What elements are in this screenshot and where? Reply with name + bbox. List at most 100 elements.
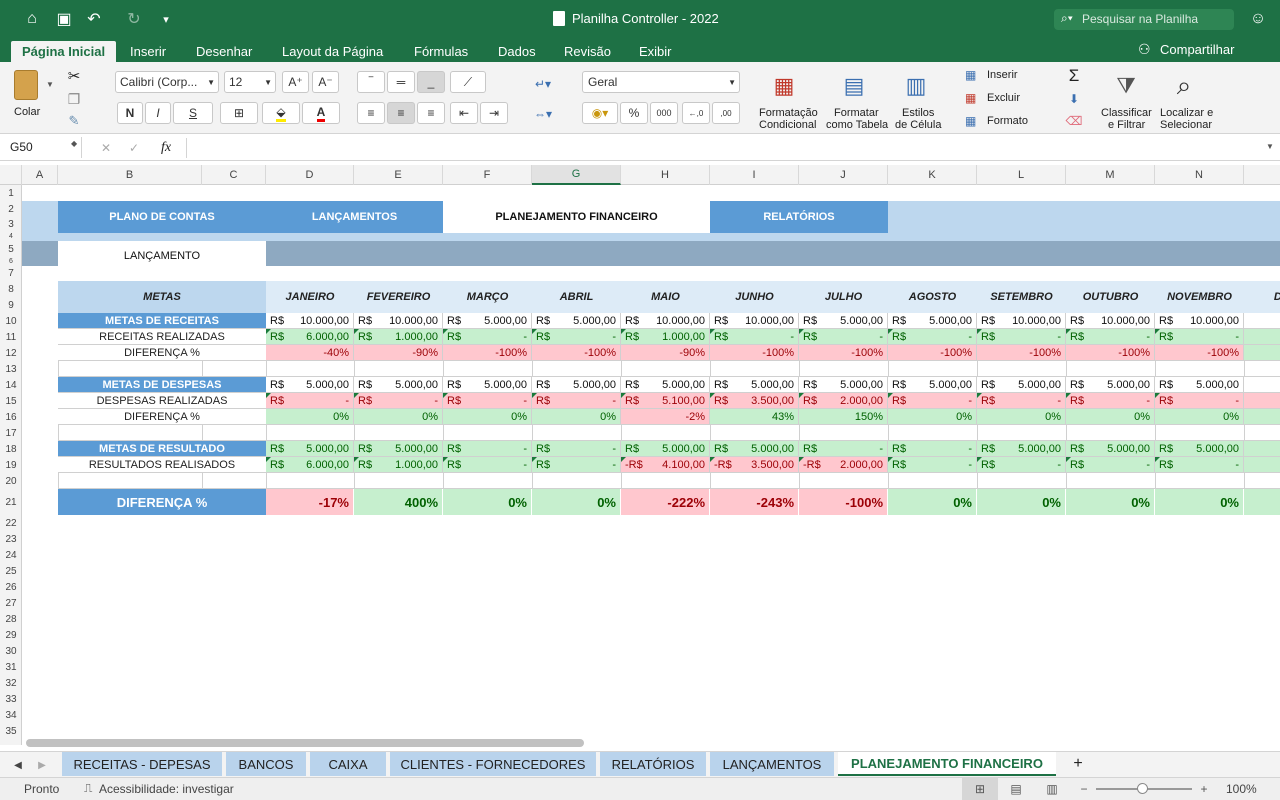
data-cell[interactable]: R$ 5.000,00 [621,377,710,393]
tab-insert[interactable]: Inserir [119,41,177,62]
data-cell[interactable]: -100% [443,345,532,361]
column-header[interactable]: C [202,165,266,185]
format-table-icon[interactable]: ▤ [836,68,872,104]
align-top-button[interactable]: ‾ [357,71,385,93]
align-left-button[interactable]: ≡ [357,102,385,124]
column-header[interactable]: M [1066,165,1155,185]
data-cell[interactable]: -100% [532,345,621,361]
nav-relatorios[interactable]: RELATÓRIOS [710,201,888,233]
borders-button[interactable]: ⊞ [220,102,258,124]
data-cell[interactable]: R$ 5.000,00 [1155,377,1244,393]
sort-filter-label-1[interactable]: Classificar [1101,107,1152,119]
next-sheet-icon[interactable]: ▶ [34,756,50,774]
column-header[interactable]: O [1244,165,1280,185]
data-cell[interactable]: R$ 1.000,00 [354,457,443,473]
format-cells-button[interactable]: Formato [987,115,1028,127]
cell-styles-label-2[interactable]: de Célula [895,119,941,131]
total-diff-cell[interactable] [1244,489,1280,515]
comma-button[interactable]: 000 [650,102,678,124]
data-cell[interactable]: R$ - [532,393,621,409]
data-cell[interactable]: R$ 10.000,00 [1155,313,1244,329]
row-header[interactable]: 1 [0,185,21,201]
account-icon[interactable]: ☺ [1248,9,1268,29]
tab-home[interactable]: Página Inicial [11,41,117,62]
bold-button[interactable]: N [117,102,143,124]
zoom-out-icon[interactable]: − [1076,779,1092,799]
row-header[interactable]: 33 [0,691,21,707]
row-header[interactable]: 12 [0,345,21,361]
data-cell[interactable]: 0% [1066,409,1155,425]
align-bottom-button[interactable]: _ [417,71,445,93]
sheet-tab-planejamento[interactable]: PLANEJAMENTO FINANCEIRO [838,752,1056,776]
zoom-in-icon[interactable]: + [1196,779,1212,799]
sheet-tab-relatorios[interactable]: RELATÓRIOS [600,752,706,776]
data-cell[interactable]: -90% [621,345,710,361]
data-cell[interactable]: R$ 1.000,00 [621,329,710,345]
row-header[interactable]: 3 [0,217,21,232]
data-cell[interactable]: R$ 5.000,00 [1066,441,1155,457]
increase-font-button[interactable]: A⁺ [282,71,309,93]
normal-view-icon[interactable]: ⊞ [962,778,998,800]
data-cell[interactable]: R$ - [1155,329,1244,345]
tab-data[interactable]: Dados [487,41,547,62]
row-header[interactable]: 16 [0,409,21,425]
row-header[interactable]: 9 [0,297,21,313]
tab-formulas[interactable]: Fórmulas [403,41,479,62]
row-header[interactable]: 34 [0,707,21,723]
data-cell[interactable]: R$ - [888,329,977,345]
cell-styles-icon[interactable]: ▥ [898,68,934,104]
data-cell[interactable]: R$ - [1066,329,1155,345]
data-cell[interactable]: R$ - [799,441,888,457]
row-header[interactable]: 10 [0,313,21,329]
data-cell[interactable]: R$ 5.000,00 [266,441,354,457]
format-table-label-2[interactable]: como Tabela [826,119,888,131]
conditional-format-icon[interactable]: ▦ [766,68,802,104]
delete-icon[interactable]: ▦ [965,91,976,105]
row-header[interactable]: 15 [0,393,21,409]
row-header[interactable]: 31 [0,659,21,675]
row-header[interactable]: 13 [0,361,21,377]
data-cell[interactable]: R$ - [977,393,1066,409]
data-cell[interactable]: R$ 10.000,00 [977,313,1066,329]
data-cell[interactable]: 0% [532,409,621,425]
zoom-slider-thumb[interactable] [1137,783,1148,794]
wrap-text-icon[interactable]: ↵▾ [528,74,558,94]
find-select-label-1[interactable]: Localizar e [1160,107,1213,119]
find-icon[interactable]: ⌕ [1166,68,1202,104]
customize-icon[interactable]: ▾ [156,9,176,29]
data-cell[interactable] [1244,457,1280,473]
increase-indent-button[interactable]: ⇥ [480,102,508,124]
data-cell[interactable]: -100% [888,345,977,361]
increase-decimal-button[interactable]: ←,0 [682,102,710,124]
data-cell[interactable]: R$ - [443,457,532,473]
row-header[interactable]: 8 [0,281,21,297]
data-cell[interactable]: R$ 5.000,00 [1066,377,1155,393]
insert-function-icon[interactable]: fx [155,138,177,158]
undo-icon[interactable]: ↶ [84,9,104,29]
data-cell[interactable]: -100% [1155,345,1244,361]
data-cell[interactable]: -40% [266,345,354,361]
enter-icon[interactable]: ✓ [124,138,144,158]
row-header[interactable]: 30 [0,643,21,659]
data-cell[interactable]: R$ 5.000,00 [977,377,1066,393]
data-cell[interactable]: 150% [799,409,888,425]
data-cell[interactable]: R$ 5.000,00 [443,313,532,329]
data-cell[interactable] [1244,377,1280,393]
font-color-button[interactable]: A [302,102,340,124]
data-cell[interactable]: R$ 1.000,00 [354,329,443,345]
name-box[interactable]: G50 ◆ [4,137,82,158]
column-header[interactable]: H [621,165,710,185]
data-cell[interactable]: R$ - [1155,457,1244,473]
row-header[interactable]: 20 [0,473,21,489]
align-middle-button[interactable]: ═ [387,71,415,93]
data-cell[interactable]: R$ 5.000,00 [532,313,621,329]
add-sheet-icon[interactable]: + [1068,754,1088,774]
total-diff-cell[interactable]: 400% [354,489,443,515]
data-cell[interactable]: R$ 6.000,00 [266,329,354,345]
data-cell[interactable]: R$ - [977,329,1066,345]
italic-button[interactable]: I [145,102,171,124]
data-cell[interactable]: R$ - [354,393,443,409]
data-cell[interactable] [1244,329,1280,345]
tab-view[interactable]: Exibir [628,41,683,62]
merge-cells-icon[interactable]: ⇔▾ [528,104,558,124]
